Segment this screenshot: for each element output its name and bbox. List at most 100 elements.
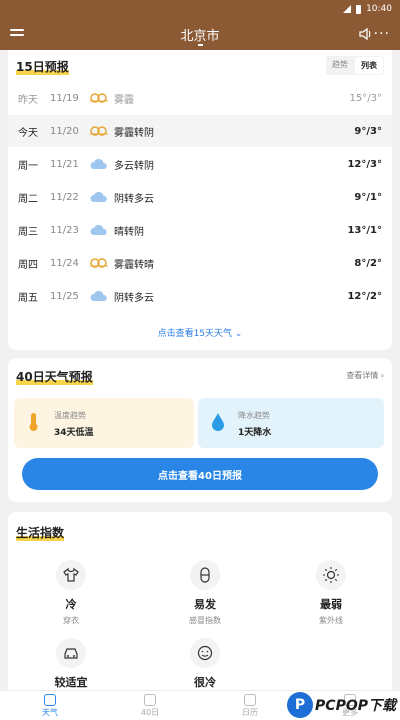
- cloud-icon: [90, 290, 108, 302]
- day-weather: 阴转多云: [114, 292, 154, 304]
- life-index-value: 冷: [65, 598, 77, 611]
- forecast-day-row[interactable]: 周五 11/25 阴转多云 12°/2°: [8, 280, 392, 312]
- life-index-item[interactable]: 较适宜: [36, 638, 106, 693]
- day-name: 周一: [18, 160, 38, 172]
- view-toggle: 趋势 列表: [326, 56, 384, 75]
- temp-trend-card[interactable]: 温度趋势 34天低温: [14, 398, 194, 448]
- view-details-link[interactable]: 查看详情 ›: [346, 370, 384, 381]
- forecast-day-row[interactable]: 今天 11/20 雾霾转阴 9°/3°: [8, 115, 392, 147]
- rain-trend-label: 降水趋势: [238, 411, 270, 420]
- day-weather: 雾霾: [114, 94, 134, 106]
- life-index-name: 感冒指数: [189, 616, 221, 625]
- forecast-day-row[interactable]: 周四 11/24 雾霾转晴 8°/2°: [8, 247, 392, 279]
- day-weather: 晴转阴: [114, 226, 144, 238]
- shirt-icon: [56, 560, 86, 590]
- day-temperature: 9°/1°: [354, 191, 382, 203]
- more-options-icon[interactable]: ···: [374, 26, 390, 42]
- day-temperature: 13°/1°: [347, 224, 382, 236]
- life-index-value: 很冷: [194, 676, 216, 689]
- smile-icon: [190, 638, 220, 668]
- raindrop-icon: [212, 413, 224, 431]
- pill-icon: [190, 560, 220, 590]
- play-icon: [144, 694, 156, 706]
- day-temperature: 15°/3°: [349, 92, 382, 104]
- speaker-icon[interactable]: [358, 27, 372, 41]
- tab-label: 天气: [42, 708, 58, 717]
- watermark-logo: P PCPOP下载: [287, 692, 396, 718]
- menu-icon[interactable]: [10, 29, 24, 39]
- city-title[interactable]: 北京市: [180, 25, 219, 44]
- day-name: 周五: [18, 292, 38, 304]
- tab-label: 日历: [242, 708, 258, 717]
- life-index-name: 紫外线: [319, 616, 343, 625]
- sun-icon: [316, 560, 346, 590]
- watermark-icon: P: [287, 692, 314, 718]
- car-icon: [56, 638, 86, 668]
- rain-trend-card[interactable]: 降水趋势 1天降水: [198, 398, 384, 448]
- tab-3[interactable]: 日历: [200, 691, 300, 720]
- life-index-title: 生活指数: [16, 526, 65, 541]
- forecast-15-title: 15日预报: [16, 60, 69, 75]
- forecast-40-title: 40日天气预报: [16, 370, 93, 385]
- day-date: 11/24: [50, 257, 79, 269]
- thermometer-icon: [29, 413, 38, 431]
- life-index-value: 最弱: [320, 598, 342, 611]
- battery-icon: [356, 4, 362, 14]
- life-index-card: 生活指数 冷穿衣 易发 感冒指数 最弱 紫外线 较适宜 很冷: [8, 512, 392, 692]
- day-name: 昨天: [18, 94, 38, 106]
- cloud-icon: [90, 224, 108, 236]
- view-40-day-button[interactable]: 点击查看40日预报: [22, 458, 378, 490]
- view-15-day-label: 点击查看15天天气: [157, 329, 233, 339]
- life-index-item[interactable]: 最弱 紫外线: [296, 560, 366, 626]
- watermark-text: PCPOP下载: [315, 698, 396, 714]
- forecast-day-row[interactable]: 周二 11/22 阴转多云 9°/1°: [8, 181, 392, 213]
- day-name: 周四: [18, 259, 38, 271]
- forecast-day-row[interactable]: 昨天 11/19 雾霾 15°/3°: [8, 82, 392, 114]
- calendar-icon: [244, 694, 256, 706]
- rain-trend-value: 1天降水: [238, 428, 272, 438]
- day-date: 11/23: [50, 224, 79, 236]
- tab-label: 40日: [140, 708, 160, 717]
- forecast-day-row[interactable]: 周三 11/23 晴转阴 13°/1°: [8, 214, 392, 246]
- forecast-40-card: 40日天气预报 查看详情 › 温度趋势 34天低温 降水趋势 1天降水 点击查看…: [8, 358, 392, 502]
- haze-icon: [90, 257, 108, 269]
- tab-1[interactable]: 天气: [0, 691, 100, 720]
- life-index-item[interactable]: 易发 感冒指数: [170, 560, 240, 626]
- day-weather: 阴转多云: [114, 193, 154, 205]
- cloud-icon: [90, 191, 108, 203]
- status-bar: 10:40: [0, 0, 400, 18]
- day-weather: 雾霾转阴: [114, 127, 154, 139]
- home-icon: [44, 694, 56, 706]
- day-temperature: 12°/3°: [347, 158, 382, 170]
- haze-icon: [90, 125, 108, 137]
- app-header: 北京市 ···: [0, 18, 400, 50]
- day-name: 周二: [18, 193, 38, 205]
- life-index-value: 较适宜: [54, 676, 88, 689]
- temp-trend-value: 34天低温: [54, 428, 94, 438]
- life-index-item[interactable]: 很冷: [170, 638, 240, 693]
- day-weather: 多云转阴: [114, 160, 154, 172]
- toggle-list[interactable]: 列表: [355, 57, 383, 74]
- chevron-down-icon: ⌄: [234, 329, 243, 339]
- day-name: 周三: [18, 226, 38, 238]
- life-index-name: 穿衣: [63, 616, 79, 625]
- day-date: 11/20: [50, 125, 79, 137]
- forecast-day-row[interactable]: 周一 11/21 多云转阴 12°/3°: [8, 148, 392, 180]
- tab-2[interactable]: 40日: [100, 691, 200, 720]
- haze-icon: [90, 92, 108, 104]
- day-date: 11/21: [50, 158, 79, 170]
- toggle-trend[interactable]: 趋势: [326, 56, 354, 75]
- life-index-value: 易发: [194, 598, 216, 611]
- cloud-icon: [90, 158, 108, 170]
- chevron-right-icon: ›: [380, 371, 384, 380]
- day-name: 今天: [18, 127, 38, 139]
- view-15-day-link[interactable]: 点击查看15天天气 ⌄: [8, 326, 392, 339]
- day-temperature: 9°/3°: [354, 125, 382, 137]
- status-time: 10:40: [366, 4, 392, 14]
- day-temperature: 12°/2°: [347, 290, 382, 302]
- page-indicator: [198, 44, 203, 46]
- day-date: 11/19: [50, 92, 79, 104]
- forecast-15-card: 15日预报 趋势 列表 昨天 11/19 雾霾 15°/3° 今天 11/20 雾霾转阴 9°…: [8, 50, 392, 350]
- day-date: 11/22: [50, 191, 79, 203]
- life-index-item[interactable]: 冷穿衣: [36, 560, 106, 626]
